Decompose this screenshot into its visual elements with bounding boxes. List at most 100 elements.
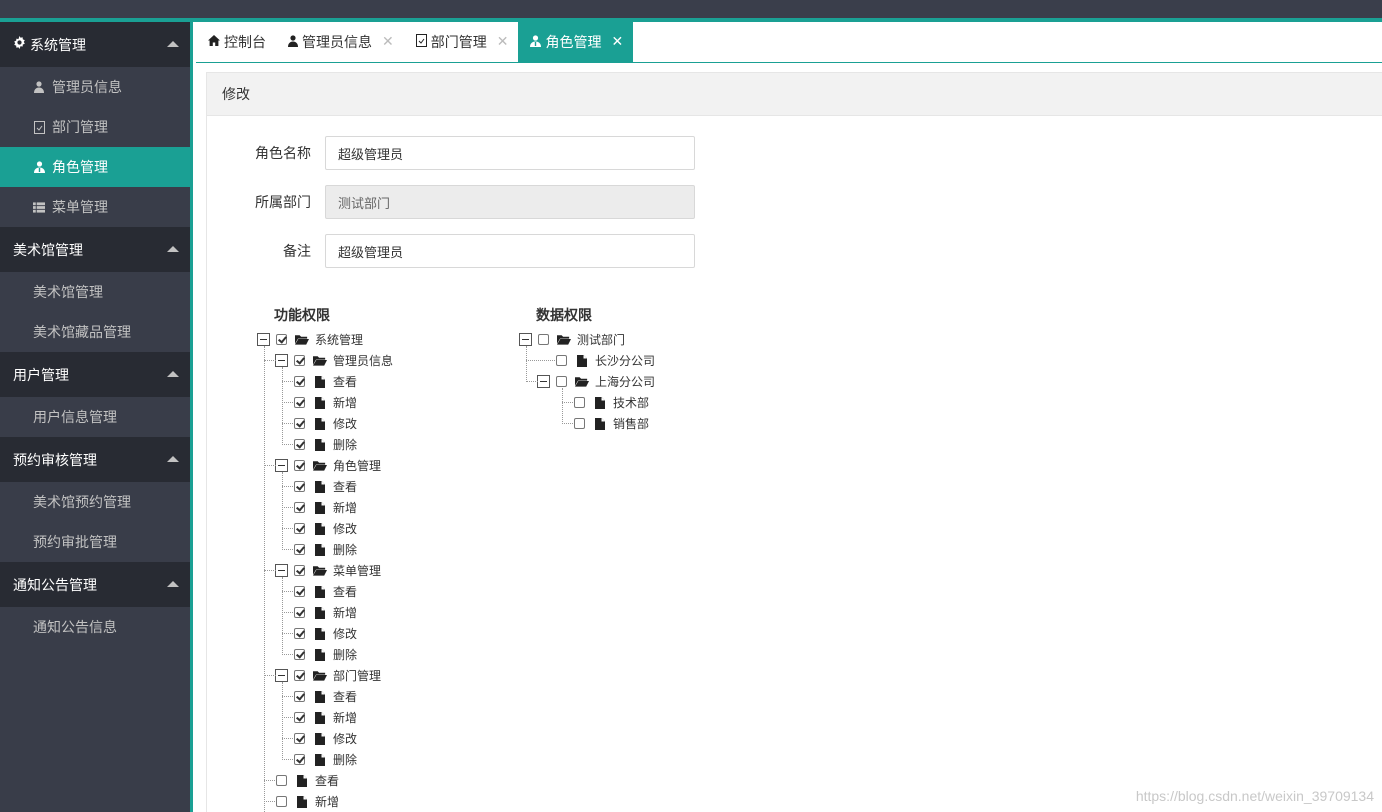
tree-node-label: 删除 — [333, 438, 358, 452]
sidebar-group-label: 用户管理 — [13, 367, 69, 384]
collapse-toggle[interactable] — [275, 354, 288, 367]
permission-checkbox[interactable] — [294, 565, 305, 576]
sidebar-item-label: 通知公告信息 — [33, 620, 117, 636]
file-icon — [593, 396, 607, 409]
sidebar-item-notice-info[interactable]: 通知公告信息 — [0, 607, 190, 647]
close-icon[interactable]: ✕ — [497, 34, 509, 50]
permission-checkbox[interactable] — [294, 481, 305, 492]
sidebar-item-label: 预约审批管理 — [33, 535, 117, 551]
file-icon — [33, 120, 45, 134]
close-icon[interactable]: ✕ — [611, 34, 623, 50]
permission-checkbox[interactable] — [294, 460, 305, 471]
permission-checkbox[interactable] — [538, 334, 549, 345]
permission-checkbox[interactable] — [574, 418, 585, 429]
file-icon — [313, 648, 327, 661]
permission-checkbox[interactable] — [294, 691, 305, 702]
file-icon — [295, 795, 309, 808]
file-icon — [313, 690, 327, 703]
collapse-toggle[interactable] — [519, 333, 532, 346]
sidebar-group-notice[interactable]: 通知公告管理 — [0, 562, 190, 607]
tree-node-label: 删除 — [333, 753, 358, 767]
department-label: 所属部门 — [255, 195, 311, 211]
sidebar-group-gallery[interactable]: 美术馆管理 — [0, 227, 190, 272]
sidebar-item-gallery-manage[interactable]: 美术馆管理 — [0, 272, 190, 312]
list-icon — [33, 201, 45, 213]
permission-checkbox[interactable] — [294, 754, 305, 765]
permission-checkbox[interactable] — [294, 712, 305, 723]
tree-node-label: 长沙分公司 — [595, 354, 656, 368]
caret-up-icon — [167, 246, 179, 252]
sidebar: 系统管理 管理员信息 部门管理 角色管理 菜单管理 美术馆管理 美术馆管理 美术… — [0, 22, 193, 812]
sidebar-group-user[interactable]: 用户管理 — [0, 352, 190, 397]
tree-node: 查看 — [294, 581, 357, 602]
sidebar-item-role[interactable]: 角色管理 — [0, 147, 190, 187]
permission-checkbox[interactable] — [574, 397, 585, 408]
permission-checkbox[interactable] — [276, 796, 287, 807]
tab-console[interactable]: 控制台 — [196, 22, 276, 62]
permission-checkbox[interactable] — [294, 439, 305, 450]
sidebar-item-department[interactable]: 部门管理 — [0, 107, 190, 147]
tree-node-label: 删除 — [333, 648, 358, 662]
sidebar-item-label: 菜单管理 — [52, 200, 108, 216]
folder-open-icon — [557, 334, 571, 345]
tree-connector — [282, 577, 283, 655]
permission-checkbox[interactable] — [294, 544, 305, 555]
file-icon — [593, 417, 607, 430]
role-name-input[interactable] — [325, 136, 695, 170]
file-icon — [313, 417, 327, 430]
remark-label: 备注 — [283, 244, 311, 260]
file-icon — [313, 753, 327, 766]
permission-checkbox[interactable] — [294, 586, 305, 597]
tab-department[interactable]: 部门管理 ✕ — [404, 22, 519, 62]
tab-admin-info[interactable]: 管理员信息 ✕ — [276, 22, 404, 62]
remark-input[interactable] — [325, 234, 695, 268]
tree-node: 测试部门 — [519, 329, 625, 350]
tree-node-label: 查看 — [333, 690, 358, 704]
permission-checkbox[interactable] — [294, 418, 305, 429]
tree-node: 查看 — [276, 770, 339, 791]
folder-open-icon — [313, 355, 327, 366]
permission-checkbox[interactable] — [294, 607, 305, 618]
tab-role[interactable]: 角色管理 ✕ — [518, 22, 634, 62]
permission-checkbox[interactable] — [294, 397, 305, 408]
permission-checkbox[interactable] — [294, 628, 305, 639]
tree-connector — [282, 528, 293, 529]
sidebar-item-admin-info[interactable]: 管理员信息 — [0, 67, 190, 107]
permission-checkbox[interactable] — [294, 376, 305, 387]
file-icon — [313, 627, 327, 640]
permission-checkbox[interactable] — [294, 355, 305, 366]
sidebar-item-menu[interactable]: 菜单管理 — [0, 187, 190, 227]
tree-connector — [282, 507, 293, 508]
permission-checkbox[interactable] — [294, 523, 305, 534]
tab-label: 角色管理 — [545, 35, 602, 51]
permission-checkbox[interactable] — [556, 376, 567, 387]
permission-checkbox[interactable] — [294, 670, 305, 681]
collapse-toggle[interactable] — [257, 333, 270, 346]
sidebar-item-booking-manage[interactable]: 美术馆预约管理 — [0, 482, 190, 522]
permission-checkbox[interactable] — [294, 733, 305, 744]
permission-checkbox[interactable] — [294, 502, 305, 513]
collapse-toggle[interactable] — [275, 669, 288, 682]
sidebar-item-user-info[interactable]: 用户信息管理 — [0, 397, 190, 437]
tree-node-label: 新增 — [333, 501, 358, 515]
file-icon — [295, 774, 309, 787]
form-row-remark: 备注 — [207, 234, 695, 268]
permission-checkbox[interactable] — [556, 355, 567, 366]
sidebar-item-collection-manage[interactable]: 美术馆藏品管理 — [0, 312, 190, 352]
collapse-toggle[interactable] — [537, 375, 550, 388]
tree-connector — [264, 801, 275, 802]
collapse-toggle[interactable] — [275, 564, 288, 577]
tree-connector — [282, 472, 283, 550]
tree-node: 角色管理 — [275, 455, 381, 476]
sidebar-item-booking-approval[interactable]: 预约审批管理 — [0, 522, 190, 562]
sidebar-group-system[interactable]: 系统管理 — [0, 22, 190, 67]
permission-checkbox[interactable] — [294, 649, 305, 660]
sidebar-item-label: 美术馆预约管理 — [33, 495, 131, 511]
collapse-toggle[interactable] — [275, 459, 288, 472]
sidebar-group-booking[interactable]: 预约审核管理 — [0, 437, 190, 482]
permission-checkbox[interactable] — [276, 334, 287, 345]
tree-connector — [562, 423, 573, 424]
permission-checkbox[interactable] — [276, 775, 287, 786]
close-icon[interactable]: ✕ — [382, 34, 394, 50]
func-perm-title: 功能权限 — [274, 308, 330, 324]
